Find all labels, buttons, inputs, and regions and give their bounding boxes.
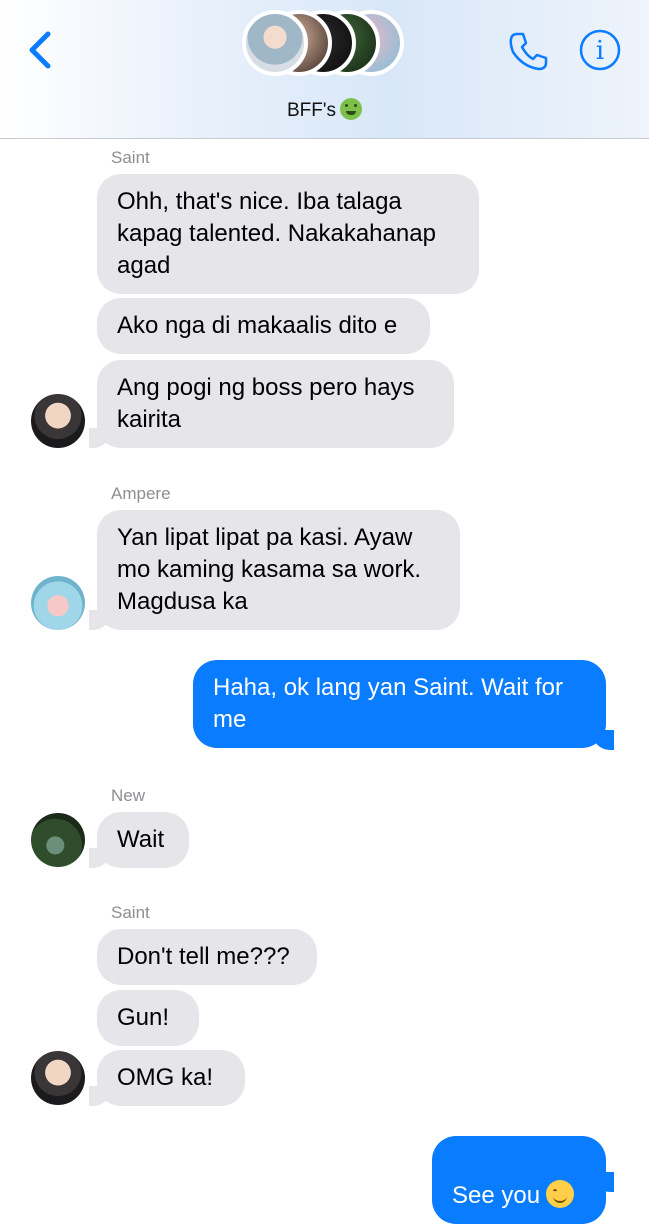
member-avatar (242, 10, 308, 76)
svg-text:i: i (596, 36, 604, 66)
bubble-tail (592, 730, 614, 750)
bubble-tail (89, 848, 111, 868)
bubble-tail (89, 610, 111, 630)
sender-name: Saint (111, 148, 150, 167)
message-bubble[interactable]: Yan lipat lipat pa kasi. Ayaw mo kaming … (97, 510, 460, 630)
message-bubble[interactable]: Don't tell me??? (97, 929, 317, 985)
avatar-saint[interactable] (31, 1051, 85, 1105)
info-icon[interactable]: i (578, 28, 622, 72)
nauseated-face-emoji (340, 98, 362, 120)
sender-name: New (111, 786, 146, 805)
message-bubble[interactable]: Ohh, that's nice. Iba talaga kapag talen… (97, 174, 479, 294)
message-text: See you (452, 1182, 541, 1209)
sender-name: Ampere (111, 484, 171, 503)
avatar-saint[interactable] (31, 394, 85, 448)
message-bubble[interactable]: See you (432, 1136, 606, 1224)
group-title[interactable]: BFF's (0, 98, 649, 122)
sender-name: Saint (111, 903, 150, 922)
bubble-tail (89, 428, 111, 448)
chat-header: BFF's i (0, 0, 649, 139)
group-name: BFF's (286, 100, 336, 121)
message-bubble[interactable]: Ang pogi ng boss pero hays kairita (97, 360, 454, 448)
phone-icon[interactable] (505, 28, 551, 74)
chevron-left-icon[interactable] (22, 28, 62, 72)
message-bubble[interactable]: Haha, ok lang yan Saint. Wait for me (193, 660, 606, 748)
avatar-ampere[interactable] (31, 576, 85, 630)
message-bubble[interactable]: Wait (97, 812, 189, 868)
bubble-tail (89, 1086, 111, 1106)
avatar-new[interactable] (31, 813, 85, 867)
message-bubble[interactable]: Ako nga di makaalis dito e (97, 298, 430, 354)
smiling-face-emoji (546, 1180, 575, 1208)
group-avatar-stack[interactable] (242, 10, 412, 86)
message-bubble[interactable]: Gun! (97, 990, 199, 1046)
message-bubble[interactable]: OMG ka! (97, 1050, 245, 1106)
